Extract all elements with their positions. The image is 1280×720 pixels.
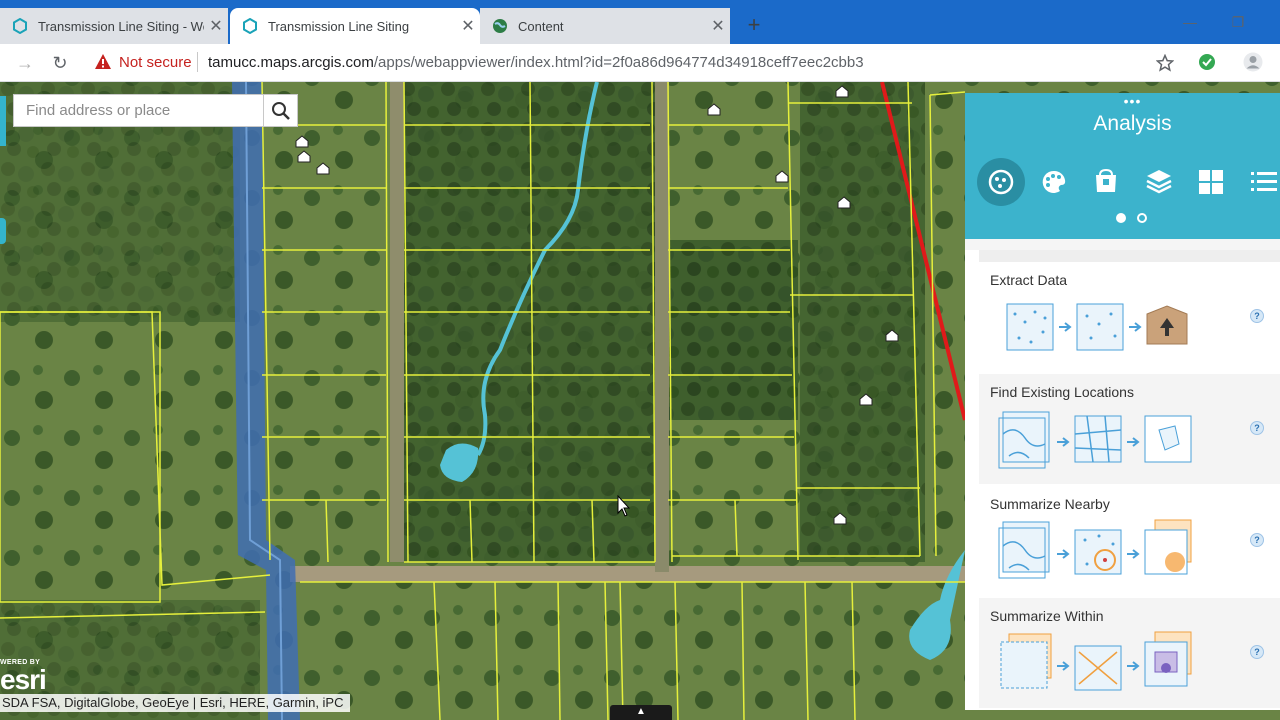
- attribute-table-toggle[interactable]: ▲: [610, 705, 672, 720]
- tab-title: Content: [518, 18, 564, 34]
- extension-check-icon[interactable]: [1198, 53, 1216, 71]
- arcgis-favicon-icon: [243, 18, 257, 34]
- tool-card-summarize-within[interactable]: Summarize Within ?: [979, 598, 1280, 708]
- search-icon: [272, 102, 290, 120]
- help-icon[interactable]: ?: [1250, 645, 1264, 659]
- tab-title: Transmission Line Siting - Web A: [38, 18, 204, 34]
- tab-content[interactable]: Content ✕: [480, 8, 730, 44]
- tab-transmission-line-siting[interactable]: Transmission Line Siting ✕: [230, 8, 480, 44]
- basket-icon: [1096, 168, 1116, 192]
- layers-icon: [1146, 170, 1172, 194]
- help-icon[interactable]: ?: [1250, 421, 1264, 435]
- analysis-tool-list: Extract Data ? Find Existing Locations ?…: [965, 250, 1280, 710]
- minimize-icon[interactable]: —: [1178, 14, 1202, 32]
- url-host: tamucc.maps.arcgis.com: [208, 54, 374, 71]
- basket-tool-button[interactable]: [1082, 158, 1130, 206]
- forward-icon[interactable]: →: [12, 50, 38, 76]
- map-side-handle[interactable]: [0, 96, 6, 146]
- panel-title: Analysis: [1093, 112, 1172, 135]
- panel-page-dot-2[interactable]: [1137, 213, 1147, 223]
- bookmark-star-icon[interactable]: [1156, 54, 1174, 72]
- esri-logo: esri: [0, 664, 47, 695]
- palette-icon: [1042, 170, 1066, 193]
- restore-icon[interactable]: ❐: [1226, 14, 1250, 32]
- security-status[interactable]: Not secure: [119, 54, 192, 71]
- globe-favicon-icon: [493, 19, 507, 33]
- layers-tool-button[interactable]: [1135, 158, 1183, 206]
- tool-card-extract-data[interactable]: Extract Data ?: [979, 262, 1280, 372]
- find-existing-locations-diagram: [998, 411, 1192, 469]
- address-bar[interactable]: tamucc.maps.arcgis.com/apps/webappviewer…: [208, 54, 864, 71]
- analysis-icon: [988, 169, 1014, 195]
- tool-name: Summarize Nearby: [990, 496, 1110, 512]
- close-tab-icon[interactable]: ✕: [706, 16, 730, 36]
- extract-data-diagram: [1006, 303, 1188, 351]
- url-path: /apps/webappviewer/index.html?id=2f0a86d…: [373, 54, 864, 71]
- close-tab-icon[interactable]: ✕: [204, 16, 228, 36]
- map-side-handle[interactable]: [0, 218, 6, 244]
- profile-avatar-icon[interactable]: [1243, 52, 1263, 72]
- tool-name: Extract Data: [990, 272, 1068, 288]
- close-tab-icon[interactable]: ✕: [456, 16, 480, 36]
- panel-page-dot-1[interactable]: [1116, 213, 1126, 223]
- search-input[interactable]: Find address or place: [13, 94, 264, 127]
- tool-card-find-existing-locations[interactable]: Find Existing Locations ?: [979, 374, 1280, 484]
- analysis-tool-button[interactable]: [977, 158, 1025, 206]
- tool-card-summarize-nearby[interactable]: Summarize Nearby ?: [979, 486, 1280, 596]
- gallery-tool-button[interactable]: [1187, 158, 1235, 206]
- list-divider: [979, 250, 1280, 262]
- list-icon: [1251, 172, 1277, 191]
- tab-transmission-web-app[interactable]: Transmission Line Siting - Web A ✕: [0, 8, 228, 44]
- new-tab-button[interactable]: +: [740, 12, 768, 40]
- panel-drag-handle[interactable]: •••: [965, 94, 1280, 108]
- url-divider: [197, 52, 198, 72]
- arcgis-favicon-icon: [13, 18, 27, 34]
- symbology-tool-button[interactable]: [1030, 158, 1078, 206]
- help-icon[interactable]: ?: [1250, 533, 1264, 547]
- reload-icon[interactable]: ↻: [47, 50, 73, 76]
- map-attribution: SDA FSA, DigitalGlobe, GeoEye | Esri, HE…: [0, 694, 350, 712]
- tab-title: Transmission Line Siting: [268, 18, 410, 34]
- summarize-within-diagram: [1000, 631, 1192, 691]
- legend-tool-button[interactable]: [1240, 158, 1280, 206]
- search-button[interactable]: [264, 94, 298, 127]
- grid-icon: [1199, 170, 1223, 194]
- tool-name: Find Existing Locations: [990, 384, 1134, 400]
- help-icon[interactable]: ?: [1250, 309, 1264, 323]
- warning-icon[interactable]: [94, 53, 112, 71]
- summarize-nearby-diagram: [998, 519, 1192, 579]
- tool-name: Summarize Within: [990, 608, 1104, 624]
